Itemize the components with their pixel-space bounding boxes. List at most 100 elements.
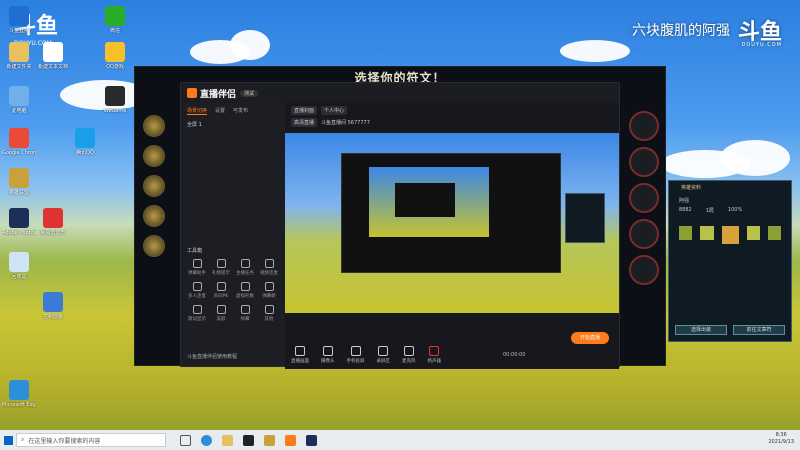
tool-item[interactable]: 其他 <box>257 305 281 322</box>
region-capture-button[interactable]: 录屏区 <box>377 346 390 364</box>
tool-item[interactable]: 弹幕姬 <box>257 282 281 299</box>
desktop-icon[interactable]: 新建文件夹 <box>2 42 36 70</box>
app-icon[interactable] <box>243 434 254 446</box>
desktop-icon-label: 新建文件夹 <box>6 64 32 70</box>
desktop-icon[interactable]: Microsoft Edge <box>2 380 36 408</box>
tab-publish[interactable]: 可发布 <box>233 107 248 115</box>
desktop-icon[interactable]: 网易云音乐 <box>36 208 70 236</box>
tool-item[interactable]: 视频连麦 <box>257 259 281 276</box>
source-bar: 直播画面 摄像头 手机投屏 录屏区 麦克风 扬声器 00:00:00 <box>285 341 619 369</box>
profile-tag[interactable]: 个人中心 <box>321 106 348 115</box>
desktop-icon[interactable]: 此电脑 <box>2 86 36 114</box>
start-stream-button[interactable]: 开始直播 <box>571 332 609 344</box>
league-icon[interactable] <box>264 434 275 446</box>
camera-button[interactable]: 摄像头 <box>321 346 335 364</box>
edge-icon[interactable] <box>201 434 212 446</box>
app-icon <box>105 42 125 62</box>
sidebar-tabs: 场景切换 设置 可发布 <box>181 103 285 119</box>
stream-app-window[interactable]: 直播伴侣 测试 场景切换 设置 可发布 全屏 1 工具箱 弹幕助手 礼物提示 主播任… <box>180 82 620 369</box>
hero-portrait[interactable] <box>143 115 165 137</box>
screen-capture-button[interactable]: 直播画面 <box>291 346 309 364</box>
task-view-icon[interactable] <box>180 434 191 446</box>
taskbar-search[interactable]: ⌕ 在这里输入你要搜索的内容 <box>16 433 166 447</box>
photoshop-icon[interactable] <box>306 434 317 446</box>
tool-item[interactable]: 绿幕 <box>233 305 257 322</box>
phone-cast-button[interactable]: 手机投屏 <box>347 346 365 364</box>
enemy-portrait <box>629 183 659 213</box>
microphone-button[interactable]: 麦克风 <box>402 346 416 364</box>
tool-item[interactable]: 主播任务 <box>233 259 257 276</box>
desktop-icon[interactable]: 腾讯QQ <box>68 128 102 156</box>
streamer-name: 六块腹肌的阿强 <box>631 23 730 39</box>
hero-portrait[interactable] <box>143 175 165 197</box>
speaker-button[interactable]: 扬声器 <box>428 346 441 364</box>
app-icon <box>9 208 29 228</box>
room-info: 直播封面 个人中心 高清直播 斗鱼直播间 5677777 <box>285 103 619 133</box>
search-placeholder: 在这里输入你要搜索的内容 <box>28 437 101 445</box>
desktop-icon-label: 控制面板 <box>42 314 63 320</box>
hero-portrait[interactable] <box>143 145 165 167</box>
search-icon: ⌕ <box>21 436 25 443</box>
start-button[interactable] <box>0 430 16 450</box>
cloud <box>230 30 270 60</box>
hero-portrait[interactable] <box>143 205 165 227</box>
tool-item[interactable]: 房间PK <box>209 282 233 299</box>
choose-build-button[interactable]: 选择出装 <box>675 325 727 335</box>
desktop-icon-label: 腾讯QQ <box>76 150 94 156</box>
desktop-icon[interactable]: Adobe Photoshop <box>2 208 36 236</box>
app-icon <box>9 168 29 188</box>
file-explorer-icon[interactable] <box>222 434 233 446</box>
tool-item[interactable]: 多人连麦 <box>185 282 209 299</box>
tool-item[interactable]: 虚拟形象 <box>233 282 257 299</box>
room-id: 斗鱼直播间 5677777 <box>321 120 370 126</box>
desktop-icon[interactable]: WeGame <box>98 86 132 114</box>
monitor-icon <box>295 346 305 356</box>
tool-item[interactable]: 礼物提示 <box>209 259 233 276</box>
version-badge: 测试 <box>240 89 259 97</box>
desktop-icon[interactable]: Google Chrome <box>2 128 36 156</box>
app-logo: 直播伴侣 <box>187 87 236 100</box>
cover-tag[interactable]: 直播封面 <box>291 106 318 115</box>
tab-settings[interactable]: 设置 <box>215 107 225 115</box>
speaker-icon <box>429 346 440 356</box>
desktop-icon[interactable]: 斗鱼直播 <box>2 6 36 34</box>
desktop-icon[interactable]: 新建文本文档 <box>36 42 70 70</box>
desktop-icon[interactable]: 英雄联盟 <box>2 168 36 196</box>
system-clock[interactable]: 8:36 2021/9/13 <box>768 432 794 446</box>
cloud <box>560 40 630 62</box>
app-sidebar: 场景切换 设置 可发布 全屏 1 工具箱 弹幕助手 礼物提示 主播任务 视频连麦 多人连… <box>181 103 285 366</box>
stat: 100% <box>727 207 743 213</box>
desktop-icon-label: 新建文本文档 <box>37 64 68 70</box>
desktop-icon[interactable]: 回收站 <box>2 252 36 280</box>
stream-preview[interactable] <box>285 133 619 313</box>
tool-icon <box>216 259 226 268</box>
tool-icon <box>264 259 274 268</box>
hero-portrait[interactable] <box>143 235 165 257</box>
scene-item[interactable]: 全屏 1 <box>181 119 285 130</box>
tutorial-link[interactable]: 斗鱼直播伴侣使用教程 <box>187 353 237 360</box>
desktop-icon[interactable]: 控制面板 <box>36 292 70 320</box>
tool-icon <box>192 305 202 314</box>
app-icon <box>43 292 63 312</box>
tool-item[interactable]: 弹幕助手 <box>185 259 209 276</box>
desktop-icon-label: 回收站 <box>11 274 27 280</box>
tool-item[interactable]: 美颜 <box>209 305 233 322</box>
stat: 1局 <box>705 208 714 214</box>
quality-tag[interactable]: 高清直播 <box>291 118 318 127</box>
app-titlebar[interactable]: 直播伴侣 测试 <box>181 83 619 103</box>
tool-item[interactable]: 歌词显示 <box>185 305 209 322</box>
rune-article-button[interactable]: 前往文章符 <box>733 325 785 335</box>
app-logo-icon <box>187 88 197 98</box>
stream-app-icon[interactable] <box>285 434 296 446</box>
desktop-icon-label: Microsoft Edge <box>2 402 36 408</box>
taskbar: ⌕ 在这里输入你要搜索的内容 8:36 2021/9/13 <box>0 430 800 450</box>
tab-scenes[interactable]: 场景切换 <box>187 107 208 115</box>
stream-timer: 00:00:00 <box>503 352 526 358</box>
tool-icon <box>192 259 202 268</box>
desktop-icon-label: QQ游戏 <box>106 64 124 70</box>
enemy-portrait <box>629 255 659 285</box>
desktop-icon[interactable]: 微信 <box>98 6 132 34</box>
region-icon <box>378 346 389 356</box>
tool-icon <box>240 259 250 268</box>
desktop-icon[interactable]: QQ游戏 <box>98 42 132 70</box>
